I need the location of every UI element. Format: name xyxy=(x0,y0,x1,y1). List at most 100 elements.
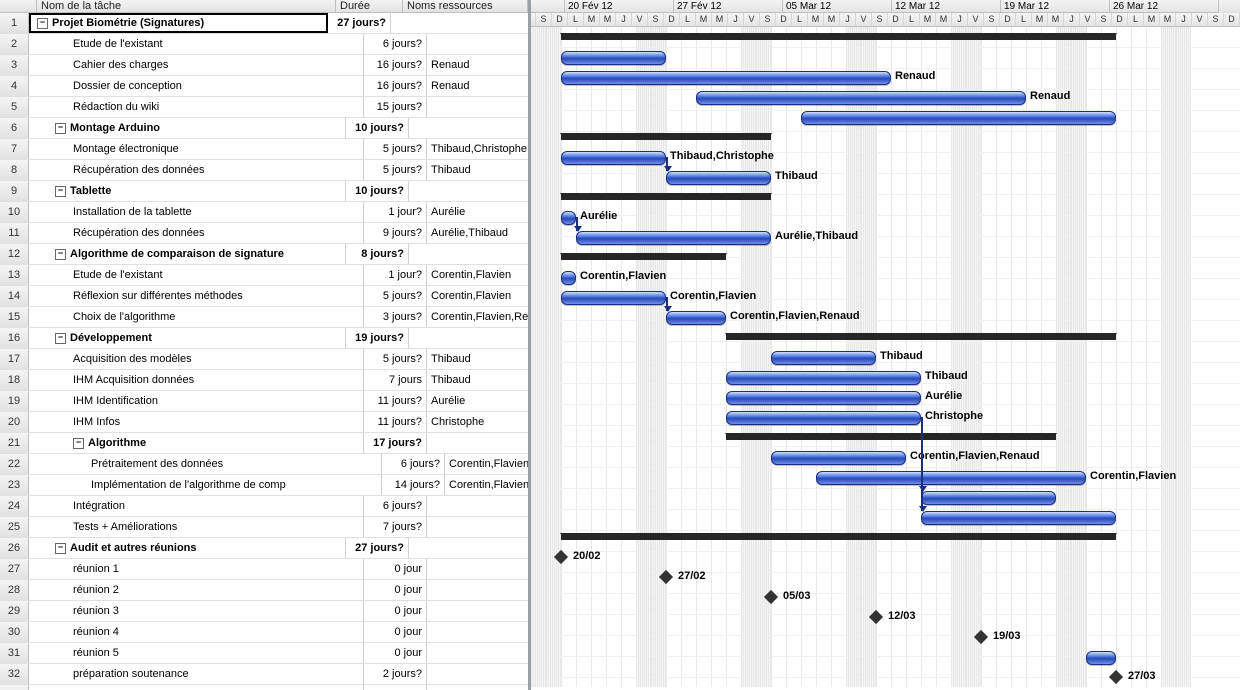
duration-cell[interactable]: 6 jours? xyxy=(364,34,427,54)
row-index[interactable]: 16 xyxy=(0,328,29,348)
summary-bar[interactable] xyxy=(561,193,771,200)
collapse-toggle[interactable]: − xyxy=(73,438,84,449)
day-header[interactable]: S xyxy=(1096,13,1112,27)
week-header[interactable]: 13 Fév 12 xyxy=(531,0,565,13)
week-header[interactable]: 26 Mar 12 xyxy=(1110,0,1219,13)
day-header[interactable]: J xyxy=(728,13,744,27)
resources-cell[interactable]: Thibaud xyxy=(427,160,528,180)
task-bar[interactable] xyxy=(666,171,771,185)
day-header[interactable]: J xyxy=(1064,13,1080,27)
table-row[interactable]: 10Installation de la tablette1 jour?Auré… xyxy=(0,202,528,223)
table-row[interactable]: 22Prétraitement des données6 jours?Coren… xyxy=(0,454,528,475)
task-bar[interactable] xyxy=(561,151,666,165)
table-row[interactable]: 21−Algorithme17 jours? xyxy=(0,433,528,454)
day-header[interactable]: L xyxy=(680,13,696,27)
resources-cell[interactable]: Corentin,Flavien xyxy=(427,265,528,285)
day-header[interactable]: M xyxy=(936,13,952,27)
task-name-cell[interactable]: Acquisition des modèles xyxy=(29,349,364,369)
resources-cell[interactable] xyxy=(427,559,528,579)
task-bar[interactable] xyxy=(726,391,921,405)
task-name-cell[interactable]: réunion 5 xyxy=(29,643,364,663)
duration-cell[interactable]: 7 jours xyxy=(364,370,427,390)
row-index[interactable]: 11 xyxy=(0,223,29,243)
resources-cell[interactable] xyxy=(427,643,528,663)
week-header[interactable]: 12 Mar 12 xyxy=(892,0,1001,13)
duration-cell[interactable]: 1 jour? xyxy=(364,265,427,285)
collapse-toggle[interactable]: − xyxy=(37,18,48,29)
task-bar[interactable] xyxy=(726,371,921,385)
duration-cell[interactable]: 6 jours? xyxy=(364,496,427,516)
task-bar[interactable] xyxy=(576,231,771,245)
table-row[interactable]: 31réunion 50 jour xyxy=(0,643,528,664)
day-header[interactable]: L xyxy=(904,13,920,27)
task-name-cell[interactable]: Récupération des données xyxy=(29,160,364,180)
collapse-toggle[interactable]: − xyxy=(55,123,66,134)
row-index[interactable]: 17 xyxy=(0,349,29,369)
row-index[interactable]: 27 xyxy=(0,559,29,579)
duration-cell[interactable]: 11 jours? xyxy=(364,391,427,411)
day-header[interactable]: D xyxy=(552,13,568,27)
task-bar[interactable] xyxy=(561,211,576,225)
duration-cell[interactable]: 5 jours? xyxy=(364,349,427,369)
task-name-cell[interactable]: Réflexion sur différentes méthodes xyxy=(29,286,364,306)
row-index[interactable]: 25 xyxy=(0,517,29,537)
day-header[interactable]: D xyxy=(776,13,792,27)
resources-cell[interactable]: Renaud xyxy=(427,76,528,96)
duration-cell[interactable]: 5 jours? xyxy=(364,160,427,180)
header-name[interactable]: Nom de la tâche xyxy=(37,0,336,12)
collapse-toggle[interactable]: − xyxy=(55,186,66,197)
duration-cell[interactable]: 16 jours? xyxy=(364,76,427,96)
row-index[interactable]: 31 xyxy=(0,643,29,663)
task-name-cell[interactable]: préparation soutenance xyxy=(29,664,364,684)
gantt-row[interactable] xyxy=(531,636,1240,657)
row-index[interactable]: 14 xyxy=(0,286,29,306)
table-row[interactable]: 5Rédaction du wiki15 jours? xyxy=(0,97,528,118)
row-index[interactable]: 12 xyxy=(0,244,29,264)
collapse-toggle[interactable]: − xyxy=(55,249,66,260)
duration-cell[interactable]: 11 jours? xyxy=(364,412,427,432)
duration-cell[interactable]: 0 jour xyxy=(364,601,427,621)
week-header[interactable]: 19 Mar 12 xyxy=(1001,0,1110,13)
day-header[interactable]: M xyxy=(696,13,712,27)
resources-cell[interactable] xyxy=(427,433,528,453)
day-header[interactable]: J xyxy=(840,13,856,27)
day-header[interactable]: L xyxy=(792,13,808,27)
task-bar[interactable] xyxy=(1086,651,1116,665)
row-index[interactable]: 19 xyxy=(0,391,29,411)
summary-bar[interactable] xyxy=(726,333,1116,340)
resources-cell[interactable] xyxy=(427,622,528,642)
resources-cell[interactable]: Thibaud xyxy=(427,349,528,369)
resources-cell[interactable]: Aurélie xyxy=(427,391,528,411)
day-header[interactable]: D xyxy=(1000,13,1016,27)
table-row[interactable]: 1−Projet Biométrie (Signatures)27 jours? xyxy=(0,13,528,34)
collapse-toggle[interactable]: − xyxy=(55,333,66,344)
day-header[interactable]: M xyxy=(1160,13,1176,27)
table-row[interactable]: 4Dossier de conception16 jours?Renaud xyxy=(0,76,528,97)
day-header[interactable]: S xyxy=(760,13,776,27)
task-name-cell[interactable]: −Montage Arduino xyxy=(29,118,346,138)
header-index[interactable] xyxy=(0,0,37,12)
table-row[interactable]: 13Etude de l'existant1 jour?Corentin,Fla… xyxy=(0,265,528,286)
resources-cell[interactable] xyxy=(409,181,528,201)
header-duration[interactable]: Durée xyxy=(336,0,403,12)
row-index[interactable]: 23 xyxy=(0,475,29,495)
table-row[interactable]: 18IHM Acquisition données7 joursThibaud xyxy=(0,370,528,391)
task-name-cell[interactable]: Cahier des charges xyxy=(29,55,364,75)
task-name-cell[interactable]: Rédaction du wiki xyxy=(29,97,364,117)
task-bar[interactable] xyxy=(561,291,666,305)
table-row[interactable]: 8Récupération des données5 jours?Thibaud xyxy=(0,160,528,181)
resources-cell[interactable] xyxy=(409,244,528,264)
week-header[interactable]: 27 Fév 12 xyxy=(674,0,783,13)
resources-cell[interactable] xyxy=(427,664,528,684)
day-header[interactable]: D xyxy=(664,13,680,27)
day-header[interactable]: D xyxy=(888,13,904,27)
resources-cell[interactable]: Corentin,Flavien,Renaud xyxy=(427,307,528,327)
duration-cell[interactable]: 27 jours? xyxy=(346,538,409,558)
table-row[interactable]: 19IHM Identification11 jours?Aurélie xyxy=(0,391,528,412)
task-name-cell[interactable]: Montage électronique xyxy=(29,139,364,159)
task-name-cell[interactable]: Etude de l'existant xyxy=(29,34,364,54)
table-row[interactable]: 6−Montage Arduino10 jours? xyxy=(0,118,528,139)
day-header[interactable]: V xyxy=(968,13,984,27)
day-header[interactable]: M xyxy=(1032,13,1048,27)
week-header[interactable]: 20 Fév 12 xyxy=(565,0,674,13)
